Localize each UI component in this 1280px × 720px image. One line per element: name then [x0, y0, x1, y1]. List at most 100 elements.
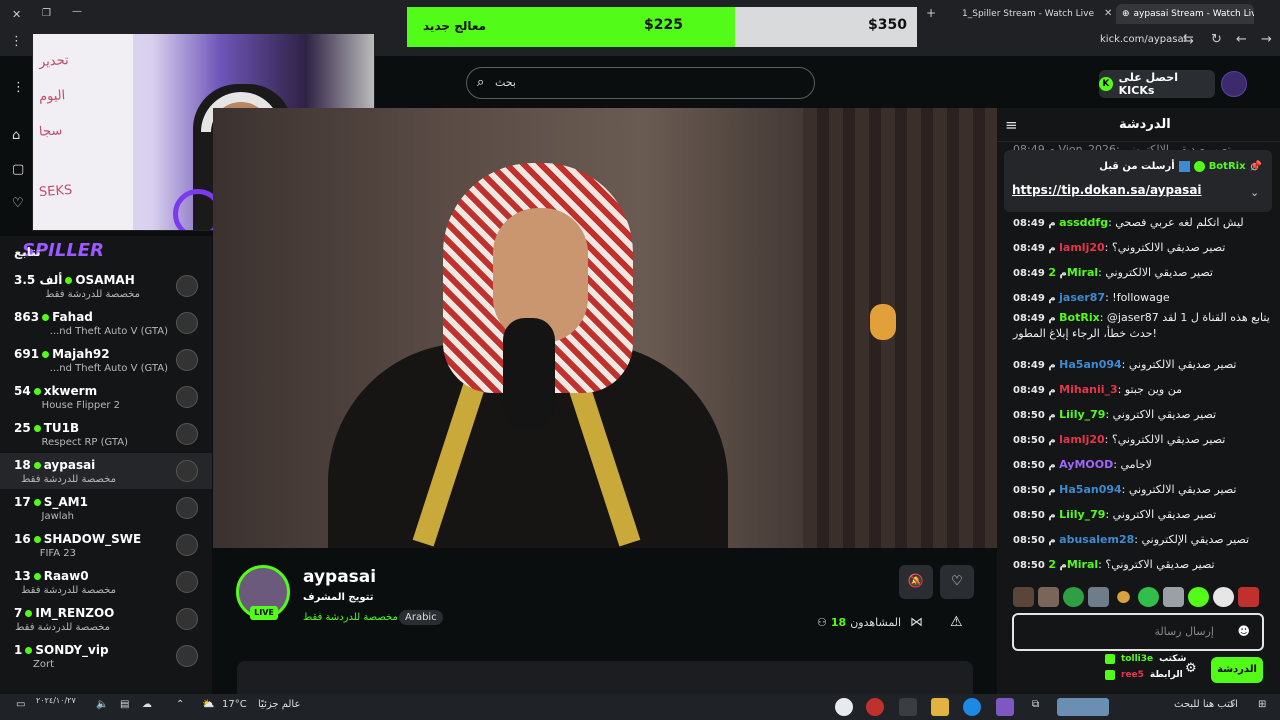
search-icon[interactable]: ⌕: [1230, 699, 1236, 710]
get-kicks-button[interactable]: K احصل على KICKs: [1099, 70, 1215, 98]
tab-spiller[interactable]: 1_Spiller Stream - Watch Live on: [956, 4, 1096, 24]
chat-username[interactable]: BotRix: [1059, 311, 1100, 324]
chat-input[interactable]: إرسال رسالة ☻: [1012, 613, 1264, 651]
chat-username[interactable]: Ha5an094: [1059, 358, 1122, 371]
translate-icon[interactable]: ⇆: [1183, 32, 1194, 47]
channel-item-sondy-vip[interactable]: 1 SONDY_vip Zort: [0, 638, 212, 674]
streamer-name[interactable]: aypasai: [303, 567, 376, 587]
chat-username[interactable]: 2Miral: [1048, 266, 1098, 279]
search-input[interactable]: ⌕ بحث: [466, 67, 815, 99]
chrome-icon[interactable]: [835, 698, 853, 716]
chat-username[interactable]: abusalem28: [1059, 533, 1134, 546]
reload-icon[interactable]: ↻: [1211, 32, 1222, 47]
taskbar-search-placeholder[interactable]: اكتب هنا للبحث: [1174, 699, 1238, 710]
address-bar[interactable]: kick.com/aypasai: [1100, 34, 1186, 45]
share-icon[interactable]: ⋈: [910, 615, 923, 630]
viewer-count: 13: [14, 569, 31, 583]
chat-username[interactable]: AyMOOD: [1059, 458, 1113, 471]
browse-icon[interactable]: ▢: [12, 162, 24, 177]
chat-username[interactable]: assddfg: [1059, 216, 1108, 229]
send-chat-button[interactable]: الدردشة: [1211, 657, 1263, 683]
more-icon[interactable]: ⋮: [12, 80, 25, 95]
minimize-window-icon[interactable]: —: [72, 6, 82, 17]
channel-item-xkwerm[interactable]: 54 xkwerm House Flipper 2: [0, 379, 212, 415]
chat-message: 08:49 م Mihanii_3: من وين جبتو: [1013, 382, 1275, 398]
chat-text: تصير صديقي الالكتروني: [1128, 358, 1237, 371]
channel-count-row: 863 Fahad: [14, 310, 93, 324]
emote[interactable]: [1213, 587, 1234, 607]
follow-icon[interactable]: ♡: [12, 196, 24, 211]
video-player[interactable]: [213, 108, 997, 548]
chat-timestamp: 08:50 م: [1013, 560, 1067, 571]
chevron-up-icon[interactable]: ⌃: [176, 699, 184, 710]
back-icon[interactable]: ←: [1236, 32, 1247, 47]
chat-username[interactable]: Liily_79: [1059, 508, 1105, 521]
close-window-icon[interactable]: ✕: [12, 8, 21, 21]
chevron-down-icon[interactable]: ⌄: [1250, 186, 1259, 199]
viewer-count: 54: [14, 384, 31, 398]
notification-icon[interactable]: ▭: [16, 699, 25, 710]
volume-icon[interactable]: 🔈: [96, 699, 108, 710]
emote[interactable]: [1188, 587, 1209, 607]
channel-item-majah92[interactable]: 691 Majah92 ...nd Theft Auto V (GTA): [0, 342, 212, 378]
channel-item-im-renzoo[interactable]: 7 IM_RENZOO مخصصة للدردشة فقط: [0, 601, 212, 637]
emote[interactable]: [1238, 587, 1259, 607]
channel-item-fahad[interactable]: 863 Fahad ...nd Theft Auto V (GTA): [0, 305, 212, 341]
network-icon[interactable]: ▤: [120, 699, 129, 710]
duck-figure: [870, 304, 896, 340]
channel-item-aypasai[interactable]: 18 aypasai مخصصة للدردشة فقط: [0, 453, 212, 489]
report-icon[interactable]: ⚠: [950, 614, 963, 630]
channel-count-row: 1 SONDY_vip: [14, 643, 109, 657]
edge-icon[interactable]: [963, 698, 981, 716]
chat-username[interactable]: Mihanii_3: [1059, 383, 1118, 396]
stream-category[interactable]: مخصصة للدردشة فقط: [303, 612, 398, 623]
home-icon[interactable]: ⌂: [12, 128, 20, 143]
language-tag[interactable]: Arabic: [399, 610, 443, 625]
channel-item-shadow-swe[interactable]: 16 SHADOW_SWE FIFA 23: [0, 527, 212, 563]
start-icon[interactable]: ⊞: [1258, 699, 1266, 710]
folder-icon[interactable]: [931, 698, 949, 716]
channel-name: xkwerm: [43, 384, 98, 398]
tab-aypasai[interactable]: ⊕ aypasai Stream - Watch Live: [1116, 4, 1254, 24]
emote[interactable]: [1063, 587, 1084, 607]
chat-username[interactable]: lamlj20: [1059, 241, 1105, 254]
emote[interactable]: [1013, 587, 1034, 607]
notifications-off-button[interactable]: 🔕: [899, 565, 933, 599]
chat-text: تصير صديقي الالكتروني: [1128, 483, 1237, 496]
restore-window-icon[interactable]: ❐: [42, 8, 51, 19]
pinned-link[interactable]: https://tip.dokan.sa/aypasai: [1012, 183, 1202, 197]
emote[interactable]: [1163, 587, 1184, 607]
chat-username[interactable]: Liily_79: [1059, 408, 1105, 421]
close-tab-icon[interactable]: ✕: [1104, 8, 1112, 19]
task-view-icon[interactable]: ⧉: [1032, 699, 1039, 710]
chat-username[interactable]: lamlj20: [1059, 433, 1105, 446]
copilot-icon[interactable]: [996, 698, 1014, 716]
chat-message: 08:50 م 2Miral: تصير صديقي الاكتروني؟: [1013, 557, 1275, 573]
viewer-count: 17: [14, 495, 31, 509]
cloud-icon[interactable]: ☁: [142, 699, 152, 710]
channel-item-tu1b[interactable]: 25 TU1B Respect RP (GTA): [0, 416, 212, 452]
store-icon[interactable]: [899, 698, 917, 716]
follow-button[interactable]: ♡: [940, 565, 974, 599]
gear-icon[interactable]: ⚙: [1185, 661, 1197, 676]
channel-avatar: [176, 275, 198, 297]
chat-username[interactable]: Ha5an094: [1059, 483, 1122, 496]
bot-item-label: شكتب: [1159, 654, 1187, 664]
channel-item-raaw0[interactable]: 13 Raaw0 مخصصة للدردشة فقط: [0, 564, 212, 600]
forward-icon[interactable]: →: [1261, 32, 1272, 47]
channel-category: Respect RP (GTA): [41, 437, 128, 448]
chat-username[interactable]: 2Miral: [1048, 558, 1098, 571]
new-tab-button[interactable]: +: [926, 6, 936, 20]
emote[interactable]: [1117, 591, 1130, 603]
emoji-icon[interactable]: ☻: [1237, 624, 1250, 638]
collapse-chat-icon[interactable]: ≡: [1005, 116, 1018, 134]
emote[interactable]: [1138, 587, 1159, 607]
menu-icon[interactable]: ⋮: [10, 34, 23, 49]
chat-username[interactable]: jaser87: [1059, 291, 1105, 304]
app-icon[interactable]: [866, 698, 884, 716]
emote[interactable]: [1038, 587, 1059, 607]
channel-item-s-am1[interactable]: 17 S_AM1 Jawlah: [0, 490, 212, 526]
channel-item-osamah[interactable]: 3.5 ألف OSAMAH مخصصة للدردشة فقط: [0, 268, 212, 304]
user-avatar[interactable]: [1221, 71, 1247, 97]
emote[interactable]: [1088, 587, 1109, 607]
